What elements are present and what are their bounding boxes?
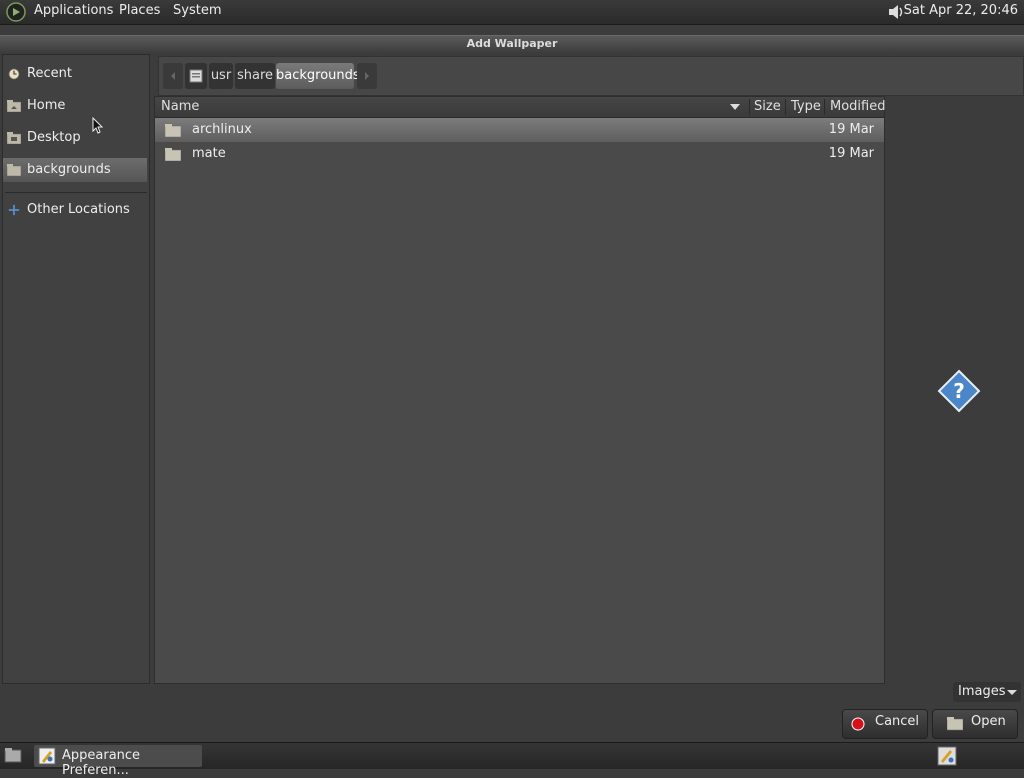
filter-label: Images (958, 684, 1006, 699)
drive-icon (189, 69, 203, 83)
appearance-icon (38, 747, 56, 765)
svg-text:?: ? (953, 379, 965, 403)
sidebar-item-label: Desktop (27, 130, 81, 145)
sidebar-separator (5, 192, 147, 193)
plus-icon (8, 204, 20, 216)
column-separator (749, 99, 750, 115)
mate-logo-icon[interactable] (6, 2, 26, 22)
chevron-left-icon (171, 72, 175, 80)
sidebar-item-recent[interactable]: Recent (3, 62, 147, 86)
file-modified: 19 Mar (828, 122, 874, 137)
desktop-folder-icon (7, 132, 21, 144)
sidebar-item-desktop[interactable]: Desktop (3, 126, 147, 150)
path-segment-backgrounds[interactable]: backgrounds (276, 63, 360, 89)
table-row[interactable]: archlinux 19 Mar (155, 118, 884, 142)
cancel-button[interactable]: Cancel (842, 709, 928, 739)
menu-places[interactable]: Places (119, 3, 160, 18)
dialog-title: Add Wallpaper (466, 37, 558, 50)
cancel-icon (851, 717, 865, 731)
open-button[interactable]: Open (932, 709, 1018, 739)
menu-applications[interactable]: Applications (34, 3, 113, 18)
path-bar: usr share backgrounds (158, 56, 1024, 96)
column-header-modified[interactable]: Modified (830, 99, 885, 114)
sidebar-item-label: Home (27, 98, 66, 113)
path-forward-button[interactable] (357, 63, 377, 89)
sidebar-item-other-locations[interactable]: Other Locations (3, 198, 147, 222)
path-segment-usr[interactable]: usr (209, 63, 233, 89)
folder-icon (7, 164, 21, 176)
taskbar: Appearance Preferen... (0, 742, 1024, 778)
workspace-switcher-icon[interactable] (937, 746, 957, 766)
dialog-titlebar: Add Wallpaper (0, 35, 1024, 52)
path-root-button[interactable] (185, 63, 207, 89)
column-header-type[interactable]: Type (791, 99, 821, 114)
folder-icon (165, 124, 181, 137)
taskbar-item-label: Appearance Preferen... (62, 748, 141, 778)
places-sidebar: Recent Home Desktop backgrounds Other Lo… (2, 54, 150, 684)
mouse-cursor-icon (92, 117, 104, 134)
open-folder-icon (947, 717, 963, 731)
open-label: Open (971, 714, 1006, 729)
table-row[interactable]: mate 19 Mar (155, 142, 884, 166)
sort-down-icon[interactable] (729, 103, 741, 111)
cancel-label: Cancel (875, 714, 920, 729)
sidebar-item-label: Other Locations (27, 202, 130, 217)
sidebar-item-backgrounds[interactable]: backgrounds (3, 158, 147, 182)
recent-icon (8, 68, 20, 80)
column-header-size[interactable]: Size (754, 99, 781, 114)
file-type-filter[interactable]: Images (953, 682, 1021, 702)
sidebar-item-label: backgrounds (27, 162, 111, 177)
file-name: archlinux (192, 122, 252, 137)
home-folder-icon (7, 100, 21, 112)
question-icon: ? (937, 369, 981, 413)
chevron-down-icon (1007, 690, 1017, 695)
top-panel: Applications Places System Sat Apr 22, 2… (0, 0, 1024, 25)
list-header: Name Size Type Modified (155, 97, 885, 118)
column-separator (824, 99, 825, 115)
folder-icon (165, 148, 181, 161)
path-segment-share[interactable]: share (235, 63, 275, 89)
file-list: Name Size Type Modified archlinux 19 Mar… (154, 96, 885, 684)
column-separator (785, 99, 786, 115)
show-desktop-icon[interactable] (4, 747, 22, 763)
menu-system[interactable]: System (173, 3, 221, 18)
clock[interactable]: Sat Apr 22, 20:46 (904, 3, 1018, 18)
file-name: mate (192, 146, 226, 161)
file-modified: 19 Mar (828, 146, 874, 161)
column-header-name[interactable]: Name (161, 99, 199, 114)
path-back-button[interactable] (163, 63, 183, 89)
taskbar-item-appearance[interactable]: Appearance Preferen... (34, 745, 202, 778)
sidebar-item-label: Recent (27, 66, 72, 81)
chevron-right-icon (365, 72, 369, 80)
sidebar-item-home[interactable]: Home (3, 94, 147, 118)
